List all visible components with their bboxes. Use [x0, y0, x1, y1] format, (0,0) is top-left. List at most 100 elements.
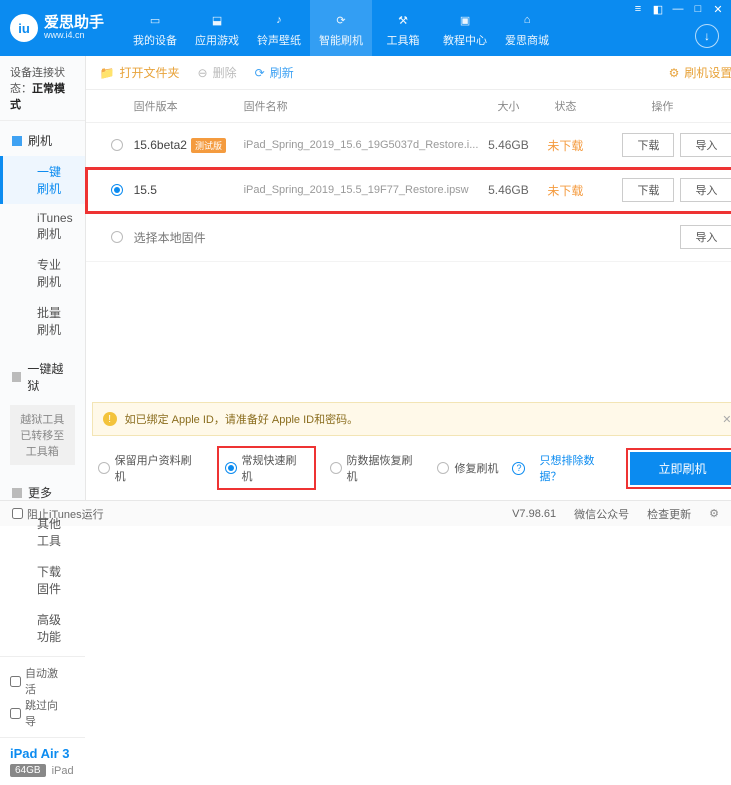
help-icon[interactable]: ?: [512, 462, 525, 475]
nav-toolbox[interactable]: ⚒工具箱: [372, 0, 434, 56]
device-type: iPad: [52, 765, 74, 777]
th-version: 固件版本: [134, 98, 244, 114]
nav-ringtones[interactable]: ♪铃声壁纸: [248, 0, 310, 56]
main-nav: ▭我的设备 ⬓应用游戏 ♪铃声壁纸 ⟳智能刷机 ⚒工具箱 ▣教程中心 ⌂爱思商城: [124, 0, 558, 56]
device-card[interactable]: iPad Air 3 64GB iPad: [0, 737, 85, 785]
sidebar-head-flash[interactable]: 刷机: [0, 125, 85, 156]
fw-size: 5.46GB: [478, 138, 538, 152]
import-button[interactable]: 导入: [680, 178, 731, 202]
connection-status: 设备连接状态：正常模式: [0, 56, 85, 121]
row-radio[interactable]: [100, 139, 134, 151]
app-icon: ⬓: [207, 10, 227, 30]
nav-store[interactable]: ⌂爱思商城: [496, 0, 558, 56]
flash-mode-row: 保留用户资料刷机 常规快速刷机 防数据恢复刷机 修复刷机 ? 只想排除数据？ 立…: [86, 436, 731, 500]
local-firmware-row[interactable]: 选择本地固件 导入: [86, 213, 731, 262]
main-pane: 📁打开文件夹 ⊖删除 ⟳刷新 ⚙刷机设置 固件版本 固件名称 大小 状态 操作 …: [86, 56, 731, 500]
sidebar-item-itunes[interactable]: iTunes刷机: [0, 204, 85, 249]
notice-text: 如已绑定 Apple ID，请准备好 Apple ID和密码。: [125, 411, 359, 427]
auto-activate-checkbox[interactable]: 自动激活: [10, 665, 67, 697]
th-name: 固件名称: [244, 98, 479, 114]
mode-repair[interactable]: 修复刷机: [437, 460, 498, 476]
th-status: 状态: [538, 98, 592, 114]
appleid-notice: ! 如已绑定 Apple ID，请准备好 Apple ID和密码。 ✕: [92, 402, 731, 436]
statusbar: 阻止iTunes运行 V7.98.61 微信公众号 检查更新 ⚙: [0, 500, 731, 526]
device-capacity: 64GB: [10, 764, 46, 777]
app-title: 爱思助手: [44, 15, 104, 32]
mode-normal[interactable]: 常规快速刷机: [225, 452, 308, 484]
warning-icon: !: [103, 412, 117, 426]
titlebar: iu 爱思助手 www.i4.cn ▭我的设备 ⬓应用游戏 ♪铃声壁纸 ⟳智能刷…: [0, 0, 731, 56]
toolbox-icon: ⚒: [393, 10, 413, 30]
mode-keep-data[interactable]: 保留用户资料刷机: [98, 452, 203, 484]
download-manager-icon[interactable]: ↓: [695, 24, 719, 48]
fw-name: iPad_Spring_2019_15.5_19F77_Restore.ipsw: [244, 184, 479, 196]
notice-close-icon[interactable]: ✕: [722, 413, 731, 426]
download-button[interactable]: 下载: [622, 178, 674, 202]
flash-settings-button[interactable]: ⚙刷机设置: [669, 64, 731, 81]
folder-icon: 📁: [100, 66, 115, 80]
music-icon: ♪: [269, 10, 289, 30]
app-logo: iu 爱思助手 www.i4.cn: [10, 14, 104, 42]
table-header: 固件版本 固件名称 大小 状态 操作: [86, 90, 731, 123]
sidebar-item-advanced[interactable]: 高级功能: [0, 604, 85, 652]
book-icon: ▣: [455, 10, 475, 30]
sidebar-head-jailbreak[interactable]: 一键越狱: [0, 353, 85, 401]
exclude-data-link[interactable]: 只想排除数据？: [539, 452, 616, 484]
sidebar-item-dlfirmware[interactable]: 下载固件: [0, 556, 85, 604]
sidebar-item-pro[interactable]: 专业刷机: [0, 249, 85, 297]
square-icon: [12, 372, 21, 382]
fw-size: 5.46GB: [478, 183, 538, 197]
nav-my-device[interactable]: ▭我的设备: [124, 0, 186, 56]
toolbar: 📁打开文件夹 ⊖删除 ⟳刷新 ⚙刷机设置: [86, 56, 731, 90]
sidebar-item-batch[interactable]: 批量刷机: [0, 297, 85, 345]
window-controls: ≡ ◧ — □ ✕: [631, 3, 725, 16]
cart-icon: ⌂: [517, 10, 537, 30]
th-ops: 操作: [592, 98, 731, 114]
download-button[interactable]: 下载: [622, 133, 674, 157]
nav-apps[interactable]: ⬓应用游戏: [186, 0, 248, 56]
firmware-row[interactable]: 15.5 iPad_Spring_2019_15.5_19F77_Restore…: [86, 168, 731, 213]
row-radio[interactable]: [100, 184, 134, 196]
flash-now-button[interactable]: 立即刷机: [630, 452, 731, 485]
check-update-link[interactable]: 检查更新: [647, 506, 691, 522]
maximize-icon[interactable]: □: [691, 3, 705, 16]
import-button[interactable]: 导入: [680, 133, 731, 157]
skip-guide-checkbox[interactable]: 跳过向导: [10, 697, 67, 729]
sidebar-item-oneclick[interactable]: 一键刷机: [0, 156, 85, 204]
gear-icon: ⚙: [669, 66, 680, 80]
phone-icon: ▭: [145, 10, 165, 30]
local-firmware-label: 选择本地固件: [134, 229, 206, 246]
wechat-link[interactable]: 微信公众号: [574, 506, 629, 522]
close-icon[interactable]: ✕: [711, 3, 725, 16]
app-subtitle: www.i4.cn: [44, 31, 104, 41]
row-radio[interactable]: [100, 231, 134, 243]
trash-icon: ⊖: [198, 66, 208, 80]
version-label: V7.98.61: [512, 508, 556, 520]
firmware-row[interactable]: 15.6beta2 测试版 iPad_Spring_2019_15.6_19G50…: [86, 123, 731, 168]
import-button[interactable]: 导入: [680, 225, 731, 249]
skin-icon[interactable]: ◧: [651, 3, 665, 16]
refresh-icon: ⟳: [255, 66, 265, 80]
square-icon: [12, 488, 22, 498]
block-itunes-checkbox[interactable]: 阻止iTunes运行: [12, 506, 104, 522]
fw-status: 未下载: [538, 182, 592, 199]
delete-button[interactable]: ⊖删除: [198, 64, 237, 81]
fw-name: iPad_Spring_2019_15.6_19G5037d_Restore.i…: [244, 139, 479, 151]
settings-icon[interactable]: ⚙: [709, 507, 719, 520]
sidebar-head-more[interactable]: 更多: [0, 477, 85, 508]
th-size: 大小: [478, 98, 538, 114]
nav-tutorials[interactable]: ▣教程中心: [434, 0, 496, 56]
beta-tag: 测试版: [191, 138, 226, 153]
device-name: iPad Air 3: [10, 746, 75, 761]
logo-icon: iu: [10, 14, 38, 42]
menu-icon[interactable]: ≡: [631, 3, 645, 16]
fw-version: 15.6beta2: [134, 138, 187, 152]
jailbreak-note: 越狱工具已转移至工具箱: [10, 405, 75, 465]
open-folder-button[interactable]: 📁打开文件夹: [100, 64, 180, 81]
minimize-icon[interactable]: —: [671, 3, 685, 16]
mode-anti-recovery[interactable]: 防数据恢复刷机: [330, 452, 424, 484]
nav-flash[interactable]: ⟳智能刷机: [310, 0, 372, 56]
fw-version: 15.5: [134, 183, 157, 197]
refresh-button[interactable]: ⟳刷新: [255, 64, 294, 81]
square-icon: [12, 136, 22, 146]
